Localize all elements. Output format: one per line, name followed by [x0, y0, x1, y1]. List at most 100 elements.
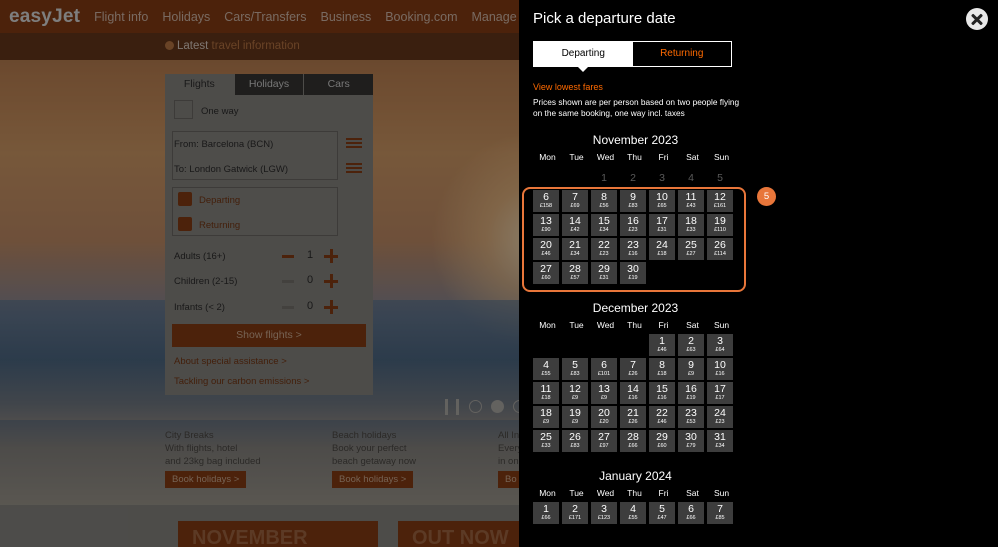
- calendar-day[interactable]: 4 £55: [620, 502, 646, 524]
- day-price: £66: [628, 443, 638, 449]
- calendar-cell-empty: 4: [678, 166, 704, 188]
- step-badge: 5: [757, 187, 776, 206]
- day-price: £85: [715, 515, 725, 521]
- day-price: £83: [570, 371, 580, 377]
- day-number: 10: [714, 359, 726, 371]
- calendar-day[interactable]: 28 £66: [620, 430, 646, 452]
- calendar-day[interactable]: 2 £63: [678, 334, 704, 356]
- day-price: £18: [657, 371, 667, 377]
- calendar-day[interactable]: 14 £16: [620, 382, 646, 404]
- day-number: 3: [601, 503, 607, 515]
- weekday-header: Mon Tue Wed Thu Fri Sat Sun: [533, 152, 738, 162]
- day-number: 2: [630, 172, 636, 184]
- weekday-label: Thu: [627, 152, 642, 162]
- calendar-day[interactable]: 7 £85: [707, 502, 733, 524]
- calendar-cell-empty: [533, 334, 559, 356]
- day-price: £16: [628, 395, 638, 401]
- calendar-day[interactable]: 18 £9: [533, 406, 559, 428]
- calendar-cell-empty: [562, 334, 588, 356]
- tab-departing[interactable]: Departing: [534, 42, 633, 72]
- tab-returning[interactable]: Returning: [633, 42, 732, 66]
- day-price: £53: [686, 419, 696, 425]
- day-number: 2: [572, 503, 578, 515]
- calendar-day[interactable]: 17 £17: [707, 382, 733, 404]
- calendar-cell-empty: 1: [591, 166, 617, 188]
- calendar-day[interactable]: 3 £123: [591, 502, 617, 524]
- calendar-day[interactable]: 27 £97: [591, 430, 617, 452]
- calendar-day[interactable]: 29 £60: [649, 430, 675, 452]
- weekday-label: Sun: [713, 152, 730, 162]
- calendar-day[interactable]: 1 £66: [533, 502, 559, 524]
- weekday-label: Fri: [658, 320, 669, 330]
- calendar-day[interactable]: 1 £46: [649, 334, 675, 356]
- calendar-cell-empty: [562, 166, 588, 188]
- day-number: 5: [717, 172, 723, 184]
- day-number: 11: [540, 383, 552, 395]
- day-price: £23: [715, 419, 725, 425]
- day-number: 30: [685, 431, 697, 443]
- month-january-2024: January 2024 Mon Tue Wed Thu Fri Sat Sun 1 £66 2…: [533, 469, 738, 524]
- weekday-label: Wed: [596, 320, 615, 330]
- weekday-label: Sat: [686, 320, 699, 330]
- day-number: 19: [569, 407, 581, 419]
- calendar-day[interactable]: 21 £26: [620, 406, 646, 428]
- calendar-cell-empty: 2: [620, 166, 646, 188]
- calendar-day[interactable]: 3 £64: [707, 334, 733, 356]
- close-icon[interactable]: [966, 8, 988, 30]
- day-price: £9: [571, 395, 579, 401]
- day-price: £55: [541, 371, 551, 377]
- day-number: 14: [627, 383, 639, 395]
- day-price: £83: [570, 443, 580, 449]
- calendar-day[interactable]: 15 £16: [649, 382, 675, 404]
- calendar-day[interactable]: 24 £23: [707, 406, 733, 428]
- weekday-label: Sun: [713, 320, 730, 330]
- day-price: £34: [715, 443, 725, 449]
- day-grid: 1 £46 2 £63 3 £64 4 £55 5 £83 6 £101 7 £26 8 £18 9 £9 10 £1…: [533, 334, 738, 452]
- day-number: [533, 166, 559, 172]
- calendar-day[interactable]: 25 £33: [533, 430, 559, 452]
- day-number: 4: [543, 359, 549, 371]
- calendar-day[interactable]: 9 £9: [678, 358, 704, 380]
- day-price: £47: [657, 515, 667, 521]
- calendar-day[interactable]: 19 £9: [562, 406, 588, 428]
- weekday-label: Mon: [539, 488, 556, 498]
- calendar-day[interactable]: 23 £53: [678, 406, 704, 428]
- calendar-day[interactable]: 13 £9: [591, 382, 617, 404]
- calendar-day[interactable]: 8 £18: [649, 358, 675, 380]
- calendar-day[interactable]: 7 £26: [620, 358, 646, 380]
- day-number: 8: [659, 359, 665, 371]
- day-number: 31: [714, 431, 726, 443]
- calendar-day[interactable]: 22 £46: [649, 406, 675, 428]
- view-lowest-fares-link[interactable]: View lowest fares: [533, 82, 603, 92]
- day-price: £19: [686, 395, 696, 401]
- calendar-day[interactable]: 10 £16: [707, 358, 733, 380]
- day-number: 25: [540, 431, 552, 443]
- calendar-day[interactable]: 30 £79: [678, 430, 704, 452]
- day-number: 4: [688, 172, 694, 184]
- calendar-day[interactable]: 16 £19: [678, 382, 704, 404]
- calendar-day[interactable]: 20 £20: [591, 406, 617, 428]
- weekday-label: Fri: [658, 488, 669, 498]
- calendar-day[interactable]: 31 £34: [707, 430, 733, 452]
- calendar-day[interactable]: 5 £83: [562, 358, 588, 380]
- weekday-label: Tue: [569, 152, 584, 162]
- calendar-day[interactable]: 11 £18: [533, 382, 559, 404]
- day-number: 20: [598, 407, 610, 419]
- day-price: £79: [686, 443, 696, 449]
- calendar-day[interactable]: 6 £101: [591, 358, 617, 380]
- day-price: £64: [715, 347, 725, 353]
- weekday-label: Wed: [596, 152, 615, 162]
- calendar-day[interactable]: 26 £83: [562, 430, 588, 452]
- calendar-day[interactable]: 2 £171: [562, 502, 588, 524]
- calendar-day[interactable]: 6 £66: [678, 502, 704, 524]
- weekday-label: Mon: [539, 320, 556, 330]
- day-number: 24: [714, 407, 726, 419]
- day-price: £66: [686, 515, 696, 521]
- day-price: £171: [568, 515, 582, 521]
- calendar-cell-empty: [591, 334, 617, 356]
- calendar-day[interactable]: 5 £47: [649, 502, 675, 524]
- day-price: £26: [628, 371, 638, 377]
- calendar-day[interactable]: 4 £55: [533, 358, 559, 380]
- calendar-day[interactable]: 12 £9: [562, 382, 588, 404]
- day-number: 12: [569, 383, 581, 395]
